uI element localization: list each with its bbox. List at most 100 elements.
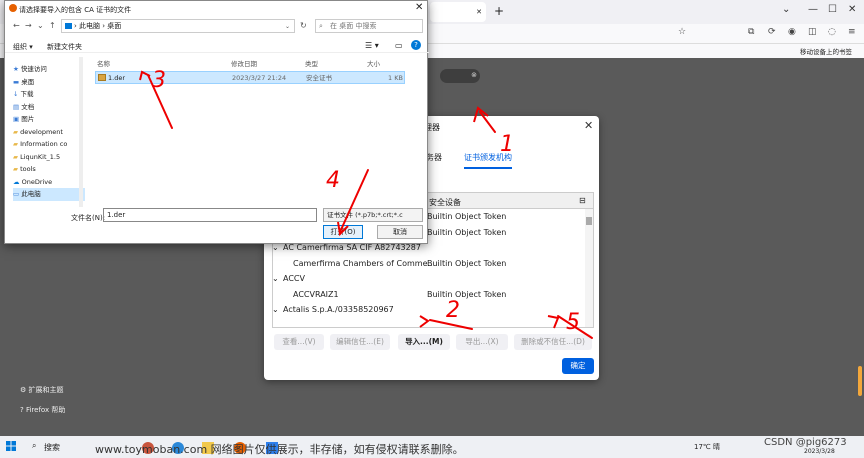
page-scrollbar-thumb[interactable]: [858, 366, 862, 396]
expand-chevron-icon[interactable]: ⌄: [273, 271, 279, 287]
forward-icon[interactable]: →: [25, 21, 32, 30]
organize-menu[interactable]: 组织 ▾: [13, 42, 33, 52]
column-picker-icon[interactable]: ⊟: [579, 196, 586, 205]
bookmark-star-icon[interactable]: ☆: [678, 27, 686, 37]
breadcrumb: › 此电脑 › 桌面: [74, 22, 122, 30]
settings-search-field[interactable]: ⊗: [440, 69, 480, 83]
delete-distrust-button[interactable]: 删除或不信任...(D): [514, 334, 592, 350]
tab-servers[interactable]: 务器: [426, 152, 442, 163]
nav-item-label: 此电脑: [21, 190, 41, 198]
window-chevron-icon[interactable]: ⌄: [782, 4, 790, 15]
clear-search-icon[interactable]: ⊗: [471, 71, 477, 79]
filename-input[interactable]: 1.der: [103, 208, 317, 222]
search-icon: ⌕: [319, 22, 323, 30]
import-button[interactable]: 导入...(M): [398, 334, 450, 350]
minimize-icon[interactable]: —: [808, 4, 818, 15]
preview-pane-icon[interactable]: ▭: [395, 41, 403, 50]
menu-icon[interactable]: ≡: [848, 27, 856, 37]
tab-close-icon[interactable]: ✕: [476, 2, 482, 22]
pocket-icon[interactable]: ◌: [828, 27, 836, 37]
mobile-bookmarks-link[interactable]: 移动设备上的书签: [800, 46, 852, 56]
nav-item[interactable]: ▣ 图片: [13, 113, 85, 126]
file-name: 1.der: [108, 74, 125, 82]
refresh-icon[interactable]: ↻: [300, 21, 307, 30]
new-folder-button[interactable]: 新建文件夹: [47, 42, 82, 52]
nav-item-label: 图片: [21, 115, 35, 123]
nav-item-label: 文档: [21, 102, 35, 111]
edit-trust-button[interactable]: 编辑信任...(E): [330, 334, 390, 350]
certificate-name: Camerfirma Chambers of Comme...: [293, 258, 436, 268]
windows-start-icon[interactable]: [6, 441, 16, 451]
weather-widget[interactable]: 17℃ 晴: [694, 442, 720, 452]
nav-item-icon: ▭: [13, 190, 22, 198]
nav-item[interactable]: ▰ LiqunKit_1.5: [13, 151, 85, 164]
firefox-help-link[interactable]: ? Firefox 帮助: [20, 400, 140, 420]
window-close-icon[interactable]: ✕: [848, 4, 856, 15]
tree-scrollbar-thumb[interactable]: [586, 217, 592, 225]
ok-button[interactable]: 确定: [562, 358, 594, 374]
certificate-file-icon: [98, 74, 106, 81]
navigation-scrollbar[interactable]: [79, 57, 83, 207]
browser-tab[interactable]: ✕: [430, 2, 486, 22]
tree-group-row[interactable]: ACCV ⌄: [273, 271, 585, 287]
account-icon[interactable]: ◉: [788, 27, 796, 37]
column-name[interactable]: 名称: [97, 58, 110, 68]
nav-item[interactable]: ▭ 此电脑: [13, 188, 85, 201]
nav-item[interactable]: ▰ tools: [13, 163, 85, 176]
tree-scrollbar[interactable]: [585, 209, 593, 327]
navigation-items: ★ 快速访问 ▬ 桌面 ↓ 下载 ▤ 文档 ▣ 图片 ▰ development ▰ Inf…: [13, 63, 85, 201]
view-options-icon[interactable]: ☰ ▾: [365, 41, 379, 50]
open-button[interactable]: 打开(O): [323, 225, 363, 239]
nav-item[interactable]: ↓ 下载: [13, 88, 85, 101]
taskbar-search-label[interactable]: 搜索: [44, 442, 60, 453]
nav-item[interactable]: ▤ 文档: [13, 101, 85, 114]
address-bar[interactable]: › 此电脑 › 桌面: [61, 19, 295, 33]
nav-item[interactable]: ☁ OneDrive: [13, 176, 85, 189]
nav-item-icon: ↓: [13, 90, 21, 98]
help-icon[interactable]: ?: [411, 40, 421, 50]
view-button[interactable]: 查看...(V): [274, 334, 324, 350]
breadcrumb-desktop[interactable]: 桌面: [107, 22, 121, 30]
column-date[interactable]: 修改日期: [231, 58, 257, 68]
close-button[interactable]: ✕: [415, 2, 423, 13]
extension-icon[interactable]: ⧉: [748, 27, 754, 37]
address-dropdown-icon[interactable]: ⌄: [285, 23, 290, 30]
history-chevron-icon[interactable]: ⌄: [37, 21, 44, 30]
export-button[interactable]: 导出...(X): [456, 334, 508, 350]
column-size[interactable]: 大小: [367, 58, 380, 68]
close-icon[interactable]: ✕: [584, 119, 593, 132]
back-icon[interactable]: ←: [13, 21, 20, 30]
nav-item-label: tools: [20, 165, 36, 173]
pc-icon: [65, 23, 72, 29]
tree-group-row[interactable]: Actalis S.p.A./03358520967 ⌄: [273, 302, 585, 318]
navigation-pane[interactable]: ★ 快速访问 ▬ 桌面 ↓ 下载 ▤ 文档 ▣ 图片 ▰ development ▰ Inf…: [13, 63, 85, 205]
cancel-button[interactable]: 取消: [377, 225, 423, 239]
taskbar-search-icon[interactable]: ⌕: [32, 441, 36, 451]
nav-item[interactable]: ▬ 桌面: [13, 76, 85, 89]
new-tab-button[interactable]: +: [494, 4, 504, 18]
security-device: Builtin Object Token: [427, 227, 507, 237]
column-security-device[interactable]: 安全设备: [429, 197, 461, 208]
maximize-icon[interactable]: ☐: [828, 4, 837, 15]
nav-item[interactable]: ★ 快速访问: [13, 63, 85, 76]
tree-row[interactable]: Camerfirma Chambers of Comme... Builtin O…: [273, 256, 585, 272]
nav-item[interactable]: ▰ Information co: [13, 138, 85, 151]
file-row[interactable]: 1.der 2023/3/27 21:24 安全证书 1 KB: [95, 71, 405, 84]
step-5-label: 5: [566, 310, 580, 335]
expand-chevron-icon[interactable]: ⌄: [273, 302, 279, 318]
clock-date[interactable]: 2023/3/28: [804, 448, 835, 455]
security-device: Builtin Object Token: [427, 289, 507, 299]
tree-row[interactable]: ACCVRAIZ1 Builtin Object Token: [273, 287, 585, 303]
up-icon[interactable]: ↑: [49, 21, 56, 30]
nav-item[interactable]: ▰ development: [13, 126, 85, 139]
breadcrumb-this-pc[interactable]: 此电脑: [79, 22, 100, 30]
sync-icon[interactable]: ⟳: [768, 27, 776, 37]
extensions-themes-link[interactable]: ⚙ 扩展和主题: [20, 380, 140, 400]
screenshot-icon[interactable]: ◫: [808, 27, 817, 37]
nav-item-icon: ☁: [13, 177, 22, 186]
nav-item-icon: ▬: [13, 77, 22, 86]
nav-item-label: 快速访问: [20, 65, 47, 73]
file-type-filter[interactable]: 证书文件 (*.p7b;*.crt;*.c: [323, 208, 423, 222]
column-type[interactable]: 类型: [305, 58, 318, 68]
search-input[interactable]: ⌕ 在 桌面 中搜索: [315, 19, 423, 33]
